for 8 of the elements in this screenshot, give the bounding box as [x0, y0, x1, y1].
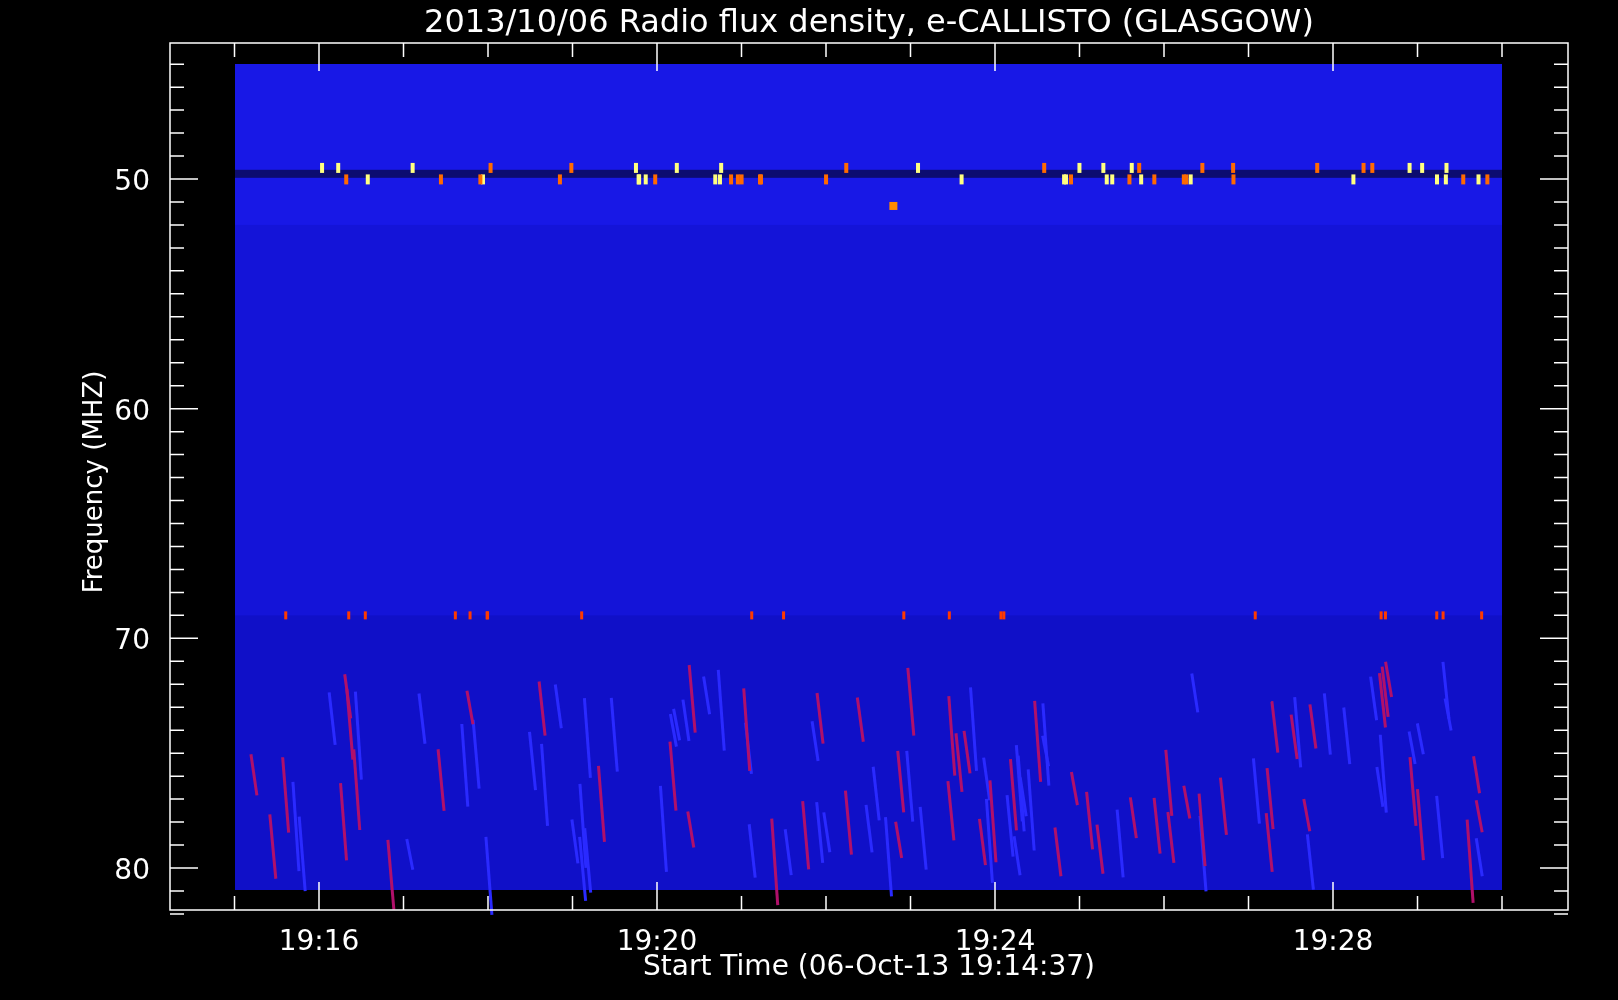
x-tick-label: 19:16 — [278, 924, 360, 957]
y-tick-label: 70 — [114, 623, 150, 657]
chart-title: 2013/10/06 Radio flux density, e-CALLISTO (GLASGOW) — [424, 2, 1314, 40]
y-tick-label: 60 — [114, 393, 150, 427]
x-tick-label: 19:28 — [1292, 924, 1374, 957]
y-tick-label: 80 — [114, 853, 150, 886]
y-tick-label: 50 — [114, 164, 150, 197]
y-axis-label: Frequency (MHZ) — [78, 370, 108, 594]
